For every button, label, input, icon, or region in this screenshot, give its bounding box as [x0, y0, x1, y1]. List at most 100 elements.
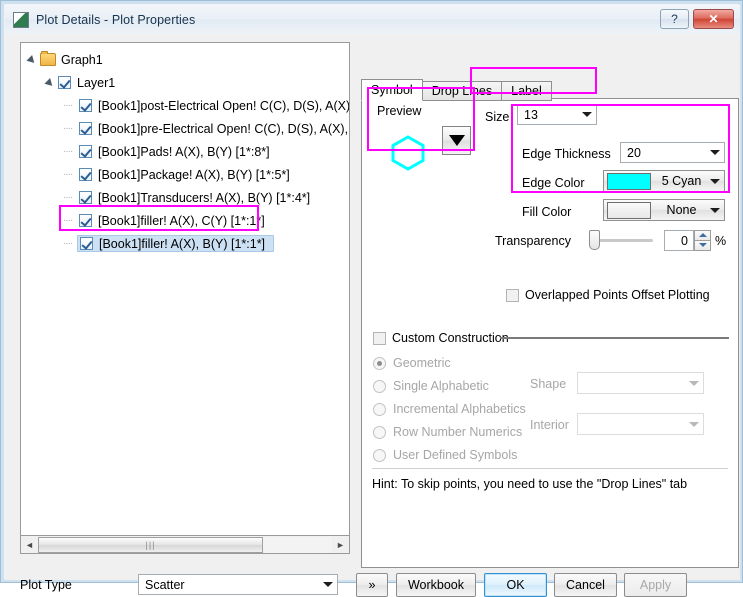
tree-item-checkbox[interactable] — [58, 76, 71, 89]
radio-user-defined-symbols[interactable]: User Defined Symbols — [373, 448, 517, 462]
transparency-slider-thumb[interactable] — [589, 230, 600, 250]
window-title: Plot Details - Plot Properties — [36, 13, 195, 27]
plot-tree: Graph1Layer1····[Book1]post-Electrical O… — [21, 49, 349, 254]
interior-label: Interior — [530, 418, 569, 432]
tree-item[interactable]: Graph1 — [21, 49, 349, 70]
plot-type-label: Plot Type — [20, 578, 72, 592]
tree-connector-icon: ···· — [63, 146, 79, 157]
chevron-down-icon[interactable] — [706, 150, 724, 155]
edge-thickness-combo[interactable]: 20 — [620, 142, 725, 163]
fill-color-swatch — [607, 202, 651, 219]
plot-type-combo[interactable]: Scatter — [138, 574, 338, 595]
tab-strip: SymbolDrop LinesLabel — [361, 79, 551, 101]
caption-buttons: ? ✕ — [660, 9, 734, 29]
symbol-shape-dropdown-button[interactable] — [442, 126, 471, 155]
edge-color-combo[interactable]: 5 Cyan — [603, 170, 725, 192]
workbook-button[interactable]: Workbook — [396, 573, 476, 597]
transparency-unit: % — [715, 234, 726, 248]
chevron-down-icon[interactable] — [578, 112, 596, 117]
tree-item-checkbox[interactable] — [79, 145, 92, 158]
size-value: 13 — [518, 108, 578, 122]
radio-indicator[interactable] — [373, 426, 386, 439]
custom-construction-checkbox-row[interactable]: Custom Construction — [373, 331, 509, 345]
tree-item[interactable]: ····[Book1]filler! A(X), C(Y) [1*:1*] — [21, 210, 349, 231]
tree-item-checkbox[interactable] — [79, 168, 92, 181]
tree-item[interactable]: ····[Book1]filler! A(X), B(Y) [1*:1*] — [21, 233, 349, 254]
tree-item-checkbox[interactable] — [79, 99, 92, 112]
scroll-right-icon[interactable]: ► — [332, 537, 349, 553]
edge-color-value: 5 Cyan — [651, 174, 706, 188]
tab-symbol[interactable]: Symbol — [361, 79, 423, 101]
tab-drop-lines[interactable]: Drop Lines — [422, 81, 502, 101]
radio-single-alphabetic[interactable]: Single Alphabetic — [373, 379, 489, 393]
custom-construction-checkbox[interactable] — [373, 332, 386, 345]
overlapped-points-checkbox-row[interactable]: Overlapped Points Offset Plotting — [506, 288, 710, 302]
overlapped-points-checkbox[interactable] — [506, 289, 519, 302]
radio-indicator[interactable] — [373, 403, 386, 416]
chevron-down-icon[interactable] — [706, 208, 724, 213]
transparency-stepper[interactable] — [694, 230, 711, 251]
radio-incremental-alphabetics[interactable]: Incremental Alphabetics — [373, 402, 526, 416]
tree-item-content: [Book1]pre-Electrical Open! C(C), D(S), … — [79, 122, 350, 136]
tree-item[interactable]: ····[Book1]Pads! A(X), B(Y) [1*:8*] — [21, 141, 349, 162]
radio-row-number-numerics[interactable]: Row Number Numerics — [373, 425, 522, 439]
apply-button[interactable]: Apply — [624, 573, 687, 597]
tree-item-content: [Book1]Pads! A(X), B(Y) [1*:8*] — [79, 145, 274, 159]
tree-item[interactable]: ····[Book1]pre-Electrical Open! C(C), D(… — [21, 118, 349, 139]
radio-geometric[interactable]: Geometric — [373, 356, 451, 370]
title-bar: Plot Details - Plot Properties ? ✕ — [5, 5, 740, 34]
tree-connector-icon: ···· — [63, 169, 79, 180]
plot-tree-panel[interactable]: Graph1Layer1····[Book1]post-Electrical O… — [20, 42, 350, 536]
tree-expander-icon[interactable] — [45, 77, 56, 88]
radio-indicator[interactable] — [373, 357, 386, 370]
transparency-slider-track[interactable] — [591, 239, 653, 242]
tree-item[interactable]: ····[Book1]Transducers! A(X), B(Y) [1*:4… — [21, 187, 349, 208]
radio-indicator[interactable] — [373, 380, 386, 393]
tree-item-checkbox[interactable] — [79, 122, 92, 135]
size-combo[interactable]: 13 — [517, 104, 597, 125]
plot-details-dialog: Plot Details - Plot Properties ? ✕ Graph… — [0, 0, 743, 583]
transparency-value-field[interactable]: 0 — [664, 230, 694, 251]
tree-item-content: [Book1]Transducers! A(X), B(Y) [1*:4*] — [79, 191, 314, 205]
tree-item-content: [Book1]Package! A(X), B(Y) [1*:5*] — [79, 168, 294, 182]
edge-thickness-label: Edge Thickness — [522, 147, 611, 161]
tree-horizontal-scrollbar[interactable]: ◄ ||| ► — [20, 536, 350, 554]
fill-color-combo[interactable]: None — [603, 199, 725, 221]
stepper-up-icon[interactable] — [694, 230, 711, 241]
cancel-button[interactable]: Cancel — [554, 573, 617, 597]
ok-button[interactable]: OK — [484, 573, 547, 597]
chevron-down-icon[interactable] — [706, 179, 724, 184]
radio-label: Row Number Numerics — [393, 425, 522, 439]
tab-label[interactable]: Label — [501, 81, 552, 101]
chevron-down-icon — [685, 381, 703, 386]
interior-combo — [577, 413, 704, 435]
section-divider — [500, 337, 729, 339]
tree-item-checkbox[interactable] — [80, 237, 93, 250]
close-button[interactable]: ✕ — [693, 9, 734, 29]
chevron-down-icon — [685, 422, 703, 427]
tree-item[interactable]: ····[Book1]post-Electrical Open! C(C), D… — [21, 95, 349, 116]
app-icon — [13, 12, 29, 28]
tree-item[interactable]: Layer1 — [21, 72, 349, 93]
tree-item-content: [Book1]filler! A(X), C(Y) [1*:1*] — [79, 214, 269, 228]
tree-item-label: [Book1]post-Electrical Open! C(C), D(S),… — [98, 99, 350, 113]
scroll-track[interactable]: ||| — [38, 537, 332, 553]
tree-item-checkbox[interactable] — [79, 191, 92, 204]
help-button[interactable]: ? — [660, 9, 689, 29]
chevron-down-icon — [449, 135, 465, 146]
overlapped-points-label: Overlapped Points Offset Plotting — [525, 288, 710, 302]
scroll-left-icon[interactable]: ◄ — [21, 537, 38, 553]
expand-button[interactable]: » — [356, 573, 388, 597]
tree-item[interactable]: ···· [Book1]Package! A(X), B(Y) [1*:5*] — [21, 164, 349, 185]
stepper-down-icon[interactable] — [694, 241, 711, 252]
tree-item-checkbox[interactable] — [79, 214, 92, 227]
tree-item-label: [Book1]filler! A(X), C(Y) [1*:1*] — [98, 214, 269, 228]
tree-item-label: [Book1]pre-Electrical Open! C(C), D(S), … — [98, 122, 350, 136]
hint-text: Hint: To skip points, you need to use th… — [372, 477, 687, 491]
tree-item-label: [Book1]Transducers! A(X), B(Y) [1*:4*] — [98, 191, 314, 205]
tree-item-label: [Book1]Package! A(X), B(Y) [1*:5*] — [98, 168, 294, 182]
scroll-thumb[interactable]: ||| — [38, 537, 263, 553]
tree-expander-icon[interactable] — [27, 54, 38, 65]
radio-indicator[interactable] — [373, 449, 386, 462]
radio-label: Incremental Alphabetics — [393, 402, 526, 416]
